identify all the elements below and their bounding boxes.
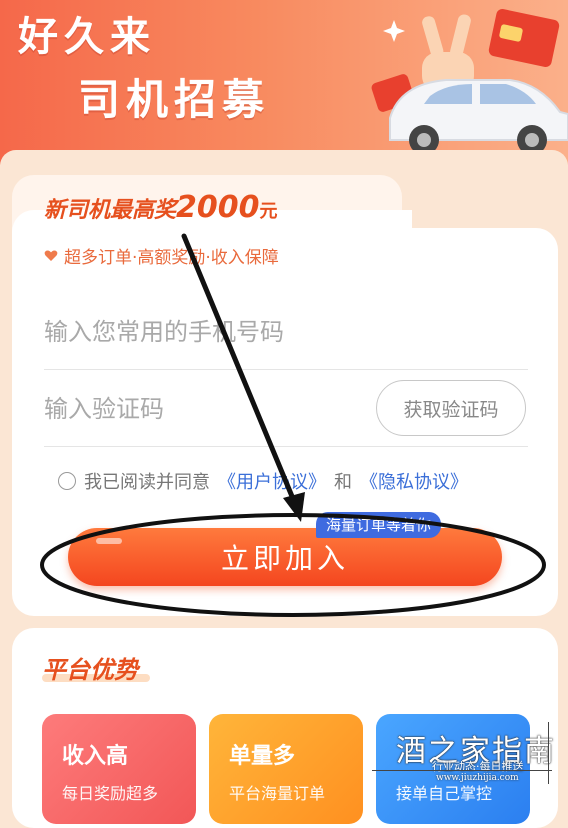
join-now-button[interactable]: 立即加入 <box>68 528 502 586</box>
banner-bottom-curve <box>0 150 568 165</box>
advantage-tile-desc: 平台海量订单 <box>229 784 326 803</box>
banner-title-line1: 好久来 <box>18 14 156 60</box>
heart-icon <box>44 249 58 261</box>
advantages-title: 平台优势 <box>42 656 138 684</box>
benefits-subtitle-text: 超多订单·高额奖励·收入保障 <box>64 248 279 268</box>
red-envelope-icon <box>488 8 560 68</box>
privacy-policy-link[interactable]: 《隐私协议》 <box>360 468 468 494</box>
verification-code-input[interactable] <box>44 394 364 423</box>
benefits-subtitle: 超多订单·高额奖励·收入保障 <box>44 243 279 268</box>
white-car-icon <box>389 79 568 155</box>
watermark-divider <box>372 770 552 771</box>
agreement-radio[interactable] <box>58 472 76 490</box>
watermark-url: www.jiuzhijia.com <box>436 773 519 783</box>
headline-amount: 2000 <box>176 190 260 225</box>
advantage-tile-income[interactable]: 收入高 每日奖励超多 <box>42 714 196 824</box>
advantage-tile-title: 收入高 <box>62 744 129 769</box>
watermark-divider-vertical <box>548 722 549 784</box>
headline-unit: 元 <box>259 201 278 222</box>
phone-field <box>44 294 528 370</box>
banner-title-line2: 司机招募 <box>78 75 271 124</box>
button-shine <box>96 538 122 544</box>
agreement-row: 我已阅读并同意 《用户协议》和《隐私协议》 <box>58 468 468 494</box>
site-watermark: 酒之家指南 行业动态·每日推送 www.jiuzhijia.com <box>372 722 568 792</box>
advantage-tile-desc: 每日奖励超多 <box>62 784 159 803</box>
orders-badge: 海量订单等着你 <box>316 512 442 538</box>
car-and-hand-illustration <box>371 8 568 155</box>
get-code-button[interactable]: 获取验证码 <box>376 380 526 436</box>
sparkle-icon <box>383 20 405 42</box>
advantage-tile-title: 单量多 <box>229 744 296 769</box>
advantage-tile-orders[interactable]: 单量多 平台海量订单 <box>209 714 363 824</box>
verification-code-field: 获取验证码 <box>44 371 528 447</box>
agreement-text: 我已阅读并同意 <box>84 472 210 493</box>
user-agreement-link[interactable]: 《用户协议》 <box>218 468 326 494</box>
hero-banner: 好久来 司机招募 <box>0 0 568 165</box>
headline-prefix: 新司机最高奖 <box>44 198 177 223</box>
phone-input[interactable] <box>44 317 364 346</box>
watermark-subtitle: 行业动态·每日推送 <box>432 760 524 773</box>
new-driver-reward-headline: 新司机最高奖2000元 <box>44 190 278 225</box>
agreement-and-text: 和 <box>334 472 352 493</box>
join-now-label: 立即加入 <box>220 542 349 575</box>
